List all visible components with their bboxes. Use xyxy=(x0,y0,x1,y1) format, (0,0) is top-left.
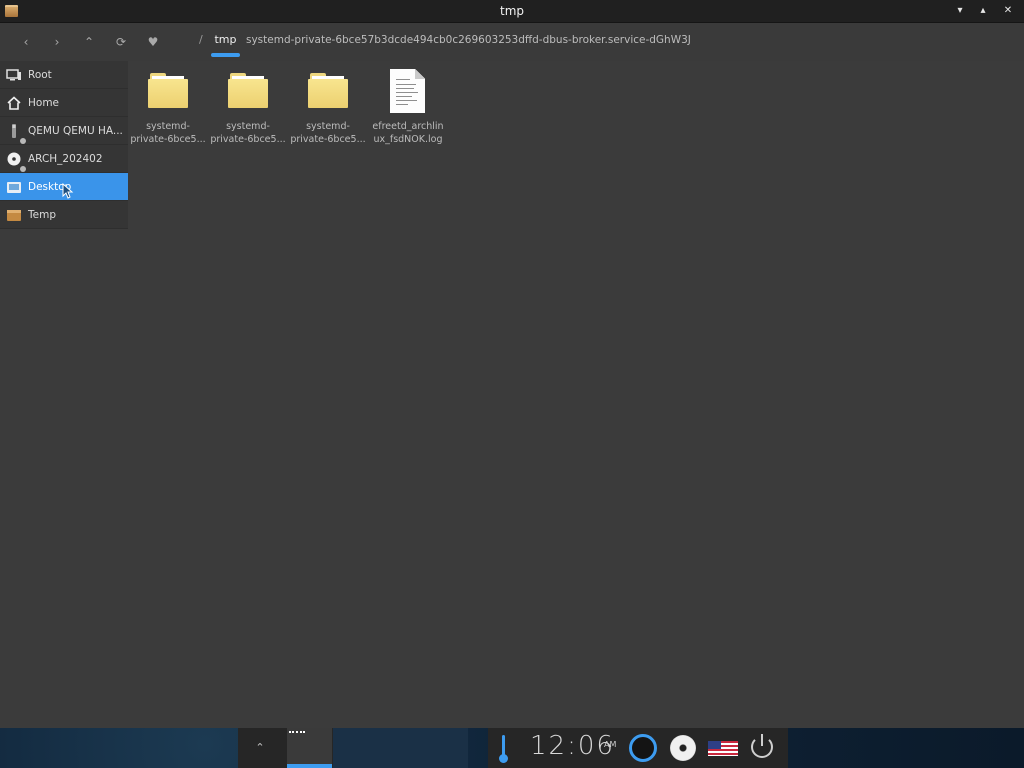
refresh-button[interactable]: ⟳ xyxy=(110,31,132,53)
taskbar-empty-area xyxy=(333,728,468,768)
mounted-indicator-dot xyxy=(20,166,26,172)
monitor-icon xyxy=(6,69,21,81)
folder-icon xyxy=(148,73,188,108)
sidebar-item-arch-disc[interactable]: ARCH_202402 xyxy=(0,145,128,173)
taskbar: ⌃ 12:06 AM xyxy=(0,728,1024,768)
file-name: systemd- private-6bce5... xyxy=(290,121,366,145)
optical-disc-icon xyxy=(7,152,21,166)
taskbar-window-file-manager[interactable] xyxy=(287,728,332,768)
navigation-toolbar: ‹ › ⌃ ⟳ ♥ / tmp systemd-private-6bce57b3… xyxy=(0,23,1024,61)
taskbar-expand-button[interactable]: ⌃ xyxy=(250,738,270,758)
breadcrumb-current[interactable]: tmp xyxy=(211,33,240,46)
file-name: systemd- private-6bce5... xyxy=(130,121,206,145)
window-thumbnail-icon xyxy=(289,731,305,737)
sidebar-item-qemu-drive[interactable]: QEMU QEMU HA... xyxy=(0,117,128,145)
active-window-indicator xyxy=(287,764,332,768)
sidebar-item-label: QEMU QEMU HA... xyxy=(28,125,123,137)
maximize-button[interactable]: ▴ xyxy=(973,2,993,20)
sidebar-item-home[interactable]: Home xyxy=(0,89,128,117)
bookmark-button[interactable]: ♥ xyxy=(142,31,164,53)
breadcrumb-active-indicator xyxy=(211,53,240,57)
file-grid: systemd- private-6bce5... systemd- priva… xyxy=(130,62,1020,722)
forward-button[interactable]: › xyxy=(46,31,68,53)
folder-icon xyxy=(228,73,268,108)
home-icon xyxy=(7,96,21,110)
file-item-folder[interactable]: systemd- private-6bce5... xyxy=(210,62,286,152)
file-item-folder[interactable]: systemd- private-6bce5... xyxy=(130,62,206,152)
mounted-indicator-dot xyxy=(20,138,26,144)
sidebar-item-temp[interactable]: Temp xyxy=(0,201,128,229)
file-item-folder[interactable]: systemd- private-6bce5... xyxy=(290,62,366,152)
file-name: systemd- private-6bce5... xyxy=(210,121,286,145)
sidebar-item-label: Home xyxy=(28,97,60,109)
window-title: tmp xyxy=(499,4,524,18)
up-button[interactable]: ⌃ xyxy=(78,31,100,53)
power-icon[interactable] xyxy=(751,734,773,758)
sidebar-item-label: ARCH_202402 xyxy=(28,153,103,165)
sidebar-item-desktop[interactable]: Desktop xyxy=(0,173,128,201)
minimize-button[interactable]: ▾ xyxy=(950,2,970,20)
title-bar: tmp ▾ ▴ ✕ xyxy=(0,0,1024,23)
sidebar-item-label: Root xyxy=(28,69,52,81)
network-ring-icon[interactable] xyxy=(629,734,657,762)
sidebar-item-root[interactable]: Root xyxy=(0,61,128,89)
back-button[interactable]: ‹ xyxy=(15,31,37,53)
optical-drive-tray-icon[interactable] xyxy=(670,735,696,761)
mouse-cursor-icon xyxy=(62,183,74,199)
file-name: efreetd_archlin ux_fsdNOK.log xyxy=(372,121,444,145)
temp-folder-icon xyxy=(7,210,21,221)
breadcrumb-path[interactable]: systemd-private-6bce57b3dcde494cb0c26960… xyxy=(246,34,691,46)
close-button[interactable]: ✕ xyxy=(998,2,1018,20)
clock-ampm: AM xyxy=(604,740,617,749)
usb-drive-icon xyxy=(12,124,16,138)
desktop-folder-icon xyxy=(7,182,21,193)
folder-icon xyxy=(308,73,348,108)
us-flag-keyboard-layout-icon[interactable] xyxy=(708,741,738,756)
sidebar: Root Home QEMU QEMU HA... ARCH_202402 De… xyxy=(0,61,128,229)
text-document-icon xyxy=(390,69,425,113)
sidebar-item-label: Temp xyxy=(28,209,56,221)
breadcrumb-root[interactable]: / xyxy=(199,33,203,46)
thermometer-bulb xyxy=(499,754,508,763)
clock-time[interactable]: 12:06 xyxy=(530,731,615,761)
